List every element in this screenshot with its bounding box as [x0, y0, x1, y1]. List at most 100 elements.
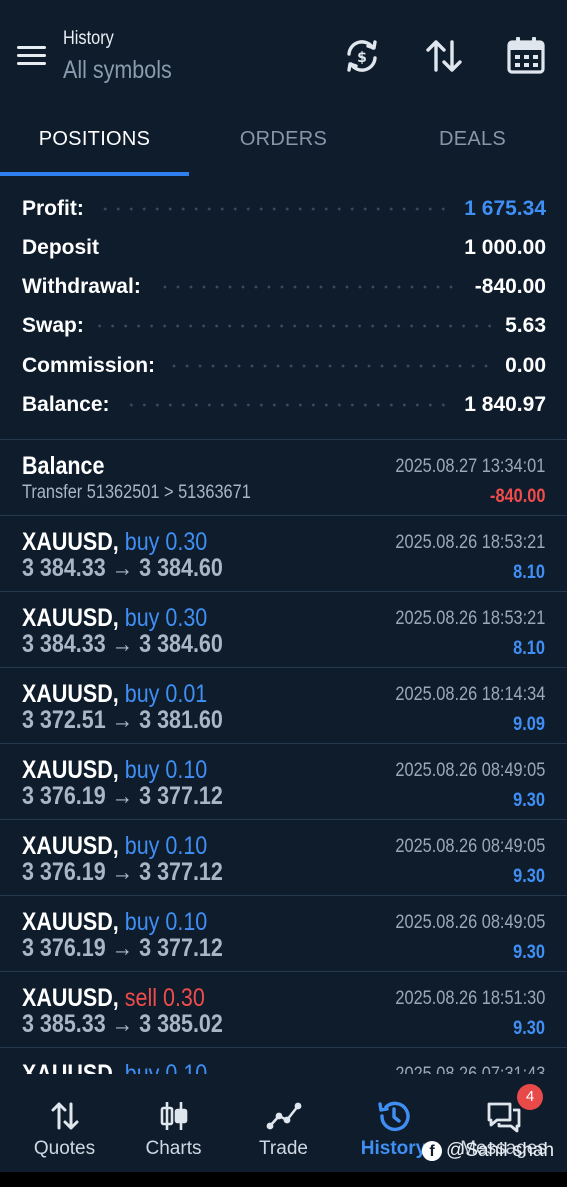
summary-deposit: Deposit 1 000.00: [22, 229, 546, 267]
deal-symbol: XAUUSD,: [22, 528, 119, 556]
calendar-icon[interactable]: [504, 34, 548, 78]
list-item[interactable]: Balance Transfer 51362501 > 51363671 202…: [0, 440, 567, 516]
deal-close-price: 3 377.12: [139, 782, 223, 810]
nav-label: Quotes: [33, 1138, 96, 1159]
summary-swap: Swap: 5.63: [22, 307, 546, 345]
deal-profit: -840.00: [489, 486, 545, 507]
deal-side: sell: [124, 984, 158, 1012]
deal-volume: 0.30: [162, 984, 205, 1012]
summary-label: Profit:: [22, 197, 84, 220]
deal-open-price: 3 376.19: [22, 782, 106, 810]
deal-time: 2025.08.26 08:49:05: [395, 760, 545, 781]
deal-side: buy: [124, 680, 160, 708]
nav-quotes[interactable]: Quotes: [8, 1086, 121, 1172]
deal-open-price: 3 372.51: [22, 706, 106, 734]
list-item[interactable]: XAUUSD, buy 0.10 3 376.19 → 3 377.12 202…: [0, 744, 567, 820]
deal-time: 2025.08.26 18:53:21: [395, 532, 545, 553]
list-item[interactable]: XAUUSD, buy 0.01 3 372.51 → 3 381.60 202…: [0, 668, 567, 744]
system-navigation-bar: [0, 1172, 567, 1187]
leader-dots: [97, 324, 492, 328]
deal-prices: 3 376.19 → 3 377.12: [22, 858, 256, 887]
deal-symbol: XAUUSD,: [22, 756, 119, 784]
deal-close-price: 3 381.60: [139, 706, 223, 734]
deal-close-price: 3 384.60: [139, 554, 223, 582]
deal-title: XAUUSD, buy 0.10: [22, 1060, 237, 1074]
deal-side: buy: [124, 1060, 160, 1074]
deal-profit: 9.30: [513, 942, 545, 963]
nav-charts[interactable]: Charts: [117, 1086, 230, 1172]
list-item[interactable]: XAUUSD, sell 0.30 3 385.33 → 3 385.02 20…: [0, 972, 567, 1048]
deal-symbol: XAUUSD,: [22, 908, 119, 936]
list-item[interactable]: XAUUSD, buy 0.10 2025.08.26 07:31:43: [0, 1048, 567, 1074]
deal-profit: 8.10: [513, 562, 545, 583]
deal-side: buy: [124, 528, 160, 556]
summary-label: Deposit: [22, 236, 100, 259]
arrow-right-icon: →: [111, 782, 134, 810]
deal-title: XAUUSD, buy 0.30: [22, 528, 237, 557]
deal-title: XAUUSD, buy 0.10: [22, 832, 237, 861]
deal-title: XAUUSD, buy 0.01: [22, 680, 237, 709]
deal-prices: 3 385.33 → 3 385.02: [22, 1010, 256, 1039]
sync-icon[interactable]: $: [340, 34, 384, 78]
deal-side: buy: [124, 908, 160, 936]
deal-time: 2025.08.26 18:51:30: [395, 988, 545, 1009]
list-item[interactable]: XAUUSD, buy 0.30 3 384.33 → 3 384.60 202…: [0, 516, 567, 592]
deal-symbol: XAUUSD,: [22, 680, 119, 708]
list-item[interactable]: XAUUSD, buy 0.30 3 384.33 → 3 384.60 202…: [0, 592, 567, 668]
trade-icon: [266, 1098, 302, 1134]
deal-close-price: 3 384.60: [139, 630, 223, 658]
summary-value: 1 000.00: [464, 236, 546, 259]
deal-title: XAUUSD, sell 0.30: [22, 984, 235, 1013]
tab-orders[interactable]: ORDERS: [189, 112, 378, 176]
summary-value: 1 675.34: [464, 197, 546, 220]
deal-volume: 0.01: [165, 680, 208, 708]
menu-icon[interactable]: [14, 40, 48, 70]
summary-commission: Commission: 0.00: [22, 347, 546, 385]
deal-symbol: XAUUSD,: [22, 984, 119, 1012]
deal-profit: 9.30: [513, 866, 545, 887]
deal-title: XAUUSD, buy 0.30: [22, 604, 237, 633]
deal-time: 2025.08.26 18:14:34: [395, 684, 545, 705]
deal-open-price: 3 384.33: [22, 554, 106, 582]
deal-title: XAUUSD, buy 0.10: [22, 756, 237, 785]
deal-prices: 3 376.19 → 3 377.12: [22, 782, 256, 811]
nav-trade[interactable]: Trade: [227, 1086, 340, 1172]
nav-label: Charts: [145, 1138, 202, 1159]
notification-badge: 4: [517, 1084, 543, 1110]
deal-title: XAUUSD, buy 0.10: [22, 908, 237, 937]
deal-close-price: 3 377.12: [139, 858, 223, 886]
deal-time: 2025.08.27 13:34:01: [395, 456, 545, 477]
quotes-icon: [47, 1098, 83, 1134]
arrow-right-icon: →: [111, 1010, 134, 1038]
arrow-right-icon: →: [111, 554, 134, 582]
leader-dots: [123, 403, 451, 407]
sort-icon[interactable]: [422, 34, 466, 78]
tab-deals[interactable]: DEALS: [378, 112, 567, 176]
deals-list[interactable]: Balance Transfer 51362501 > 51363671 202…: [0, 440, 567, 1074]
list-item[interactable]: XAUUSD, buy 0.10 3 376.19 → 3 377.12 202…: [0, 820, 567, 896]
arrow-right-icon: →: [111, 706, 134, 734]
arrow-right-icon: →: [111, 934, 134, 962]
history-icon: [376, 1098, 412, 1134]
deal-symbol: XAUUSD,: [22, 604, 119, 632]
deal-open-price: 3 384.33: [22, 630, 106, 658]
deal-side: buy: [124, 756, 160, 784]
summary-withdrawal: Withdrawal: -840.00: [22, 268, 546, 306]
deal-symbol: XAUUSD,: [22, 1060, 119, 1074]
deal-prices: 3 372.51 → 3 381.60: [22, 706, 256, 735]
list-item[interactable]: XAUUSD, buy 0.10 3 376.19 → 3 377.12 202…: [0, 896, 567, 972]
page-title[interactable]: All symbols: [63, 56, 189, 85]
deal-comment: Transfer 51362501 > 51363671: [22, 482, 251, 503]
svg-text:$: $: [357, 50, 367, 66]
deal-profit: 9.30: [513, 790, 545, 811]
tab-bar: POSITIONS ORDERS DEALS: [0, 112, 567, 176]
deal-time: 2025.08.26 18:53:21: [395, 608, 545, 629]
deal-volume: 0.30: [165, 528, 208, 556]
leader-dots: [154, 285, 461, 289]
leader-dots: [169, 364, 492, 368]
leader-dots: [97, 207, 451, 211]
tab-positions[interactable]: POSITIONS: [0, 112, 189, 176]
deal-side: buy: [124, 604, 160, 632]
deal-symbol: XAUUSD,: [22, 832, 119, 860]
watermark-text: @Sahil shah: [446, 1140, 555, 1161]
